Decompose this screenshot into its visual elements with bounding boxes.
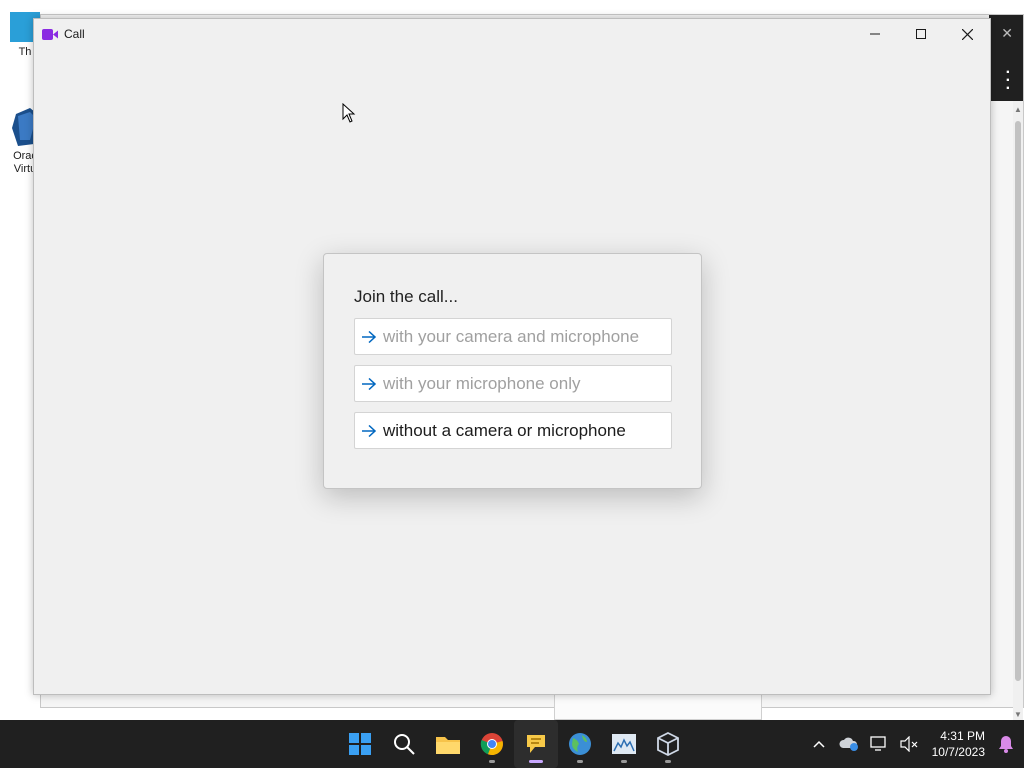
minimize-icon (870, 33, 880, 35)
clock-time: 4:31 PM (940, 729, 985, 743)
notifications-button[interactable] (994, 720, 1018, 768)
scroll-down-icon[interactable]: ▼ (1014, 710, 1022, 719)
taskbar-apps (338, 720, 690, 768)
system-tray: 4:31 PM 10/7/2023 (804, 720, 1024, 768)
call-window: Call Join the call... with your camera a… (33, 18, 991, 695)
network-icon (869, 736, 886, 751)
image-app-button[interactable] (602, 720, 646, 768)
image-app-icon (612, 734, 636, 754)
virtualbox-button[interactable] (646, 720, 690, 768)
mouse-cursor-icon (342, 102, 356, 128)
chrome-icon (480, 733, 503, 756)
clock[interactable]: 4:31 PM 10/7/2023 (932, 728, 985, 760)
file-explorer-icon (436, 737, 460, 754)
arrow-right-icon (361, 376, 377, 392)
running-indicator (621, 760, 627, 763)
option-label: with your microphone only (383, 373, 581, 393)
scrollbar[interactable]: ▲ ▼ (1013, 101, 1023, 721)
bell-icon (999, 736, 1013, 753)
chrome-button[interactable] (470, 720, 514, 768)
background-window-titlebar: ✕ · · · (989, 15, 1023, 101)
maximize-button[interactable] (898, 19, 944, 49)
taskbar: 4:31 PM 10/7/2023 (0, 720, 1024, 768)
more-options-icon[interactable]: · · · (1006, 65, 1011, 97)
maps-button[interactable] (558, 720, 602, 768)
join-call-dialog: Join the call... with your camera and mi… (323, 253, 702, 489)
close-button[interactable] (944, 19, 990, 49)
start-button[interactable] (338, 720, 382, 768)
clock-date: 10/7/2023 (931, 745, 985, 759)
close-icon (961, 28, 973, 40)
background-panel (554, 694, 762, 720)
chat-app-icon (527, 735, 545, 753)
window-title: Call (64, 27, 85, 41)
start-icon (349, 733, 371, 755)
scroll-up-icon[interactable]: ▲ (1014, 105, 1022, 114)
file-explorer-button[interactable] (426, 720, 470, 768)
join-with-microphone-only-button[interactable]: with your microphone only (354, 365, 672, 402)
scrollbar-thumb[interactable] (1015, 121, 1021, 681)
volume-muted-icon (900, 736, 918, 752)
cloud-icon (839, 737, 858, 751)
maps-globe-icon (569, 733, 591, 755)
video-camera-icon (42, 28, 58, 40)
onedrive-button[interactable] (837, 720, 861, 768)
running-indicator (665, 760, 671, 763)
virtualbox-icon (657, 732, 679, 756)
search-button[interactable] (382, 720, 426, 768)
option-label: without a camera or microphone (383, 420, 626, 440)
search-icon (394, 734, 415, 755)
window-controls (852, 19, 990, 49)
maximize-icon (916, 29, 926, 39)
running-indicator (489, 760, 495, 763)
arrow-right-icon (361, 423, 377, 439)
titlebar: Call (34, 19, 990, 49)
chevron-up-icon (813, 740, 825, 748)
dialog-heading: Join the call... (354, 287, 458, 306)
minimize-button[interactable] (852, 19, 898, 49)
join-without-camera-or-microphone-button[interactable]: without a camera or microphone (354, 412, 672, 449)
network-button[interactable] (867, 720, 891, 768)
active-indicator (529, 760, 543, 763)
option-label: with your camera and microphone (383, 326, 640, 346)
show-hidden-icons-button[interactable] (807, 720, 831, 768)
chat-app-button[interactable] (514, 720, 558, 768)
join-with-camera-and-microphone-button[interactable]: with your camera and microphone (354, 318, 672, 355)
running-indicator (577, 760, 583, 763)
close-icon[interactable]: ✕ (1001, 25, 1013, 42)
volume-button[interactable] (897, 720, 921, 768)
arrow-right-icon (361, 329, 377, 345)
